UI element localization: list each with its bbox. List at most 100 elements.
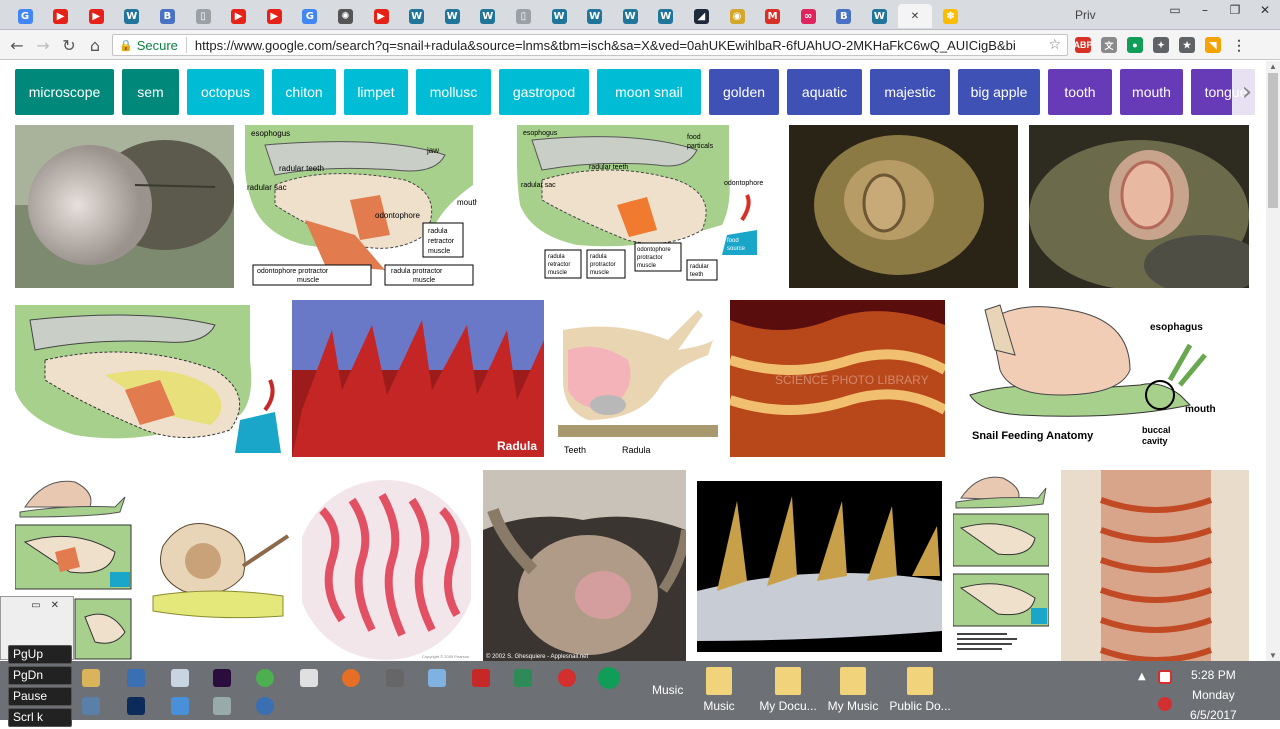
- photoshop-icon[interactable]: [127, 697, 145, 715]
- result-image-radula-sem-rows[interactable]: [1061, 470, 1249, 661]
- browser-tab[interactable]: G: [8, 4, 42, 28]
- browser-tab[interactable]: W: [471, 4, 505, 28]
- result-image-snail-illustration[interactable]: Teeth Radula: [558, 300, 718, 457]
- browser-tab[interactable]: ▶: [79, 4, 113, 28]
- translate-icon[interactable]: 文: [1101, 37, 1117, 53]
- browser-tab[interactable]: W: [613, 4, 647, 28]
- chip-mouth[interactable]: mouth: [1120, 69, 1183, 115]
- chip-big-apple[interactable]: big apple: [958, 69, 1040, 115]
- chip-moon-snail[interactable]: moon snail: [597, 69, 701, 115]
- user-icon[interactable]: ▭: [1160, 0, 1190, 20]
- browser-tab[interactable]: ▯: [186, 4, 220, 28]
- bookmark-star-icon[interactable]: ☆: [1048, 37, 1061, 53]
- close-window-icon[interactable]: ✕: [1250, 0, 1280, 20]
- browser-tab[interactable]: W: [542, 4, 576, 28]
- result-image-radula-diagram-2[interactable]: esophogus food particals radular teeth r…: [517, 125, 777, 288]
- app-icon[interactable]: [127, 669, 145, 687]
- browser-tab[interactable]: M: [756, 4, 790, 28]
- browser-tab[interactable]: ✕: [898, 4, 932, 28]
- maximize-icon[interactable]: ❐: [1220, 0, 1250, 20]
- browser-tab[interactable]: W: [115, 4, 149, 28]
- home-icon[interactable]: ⌂: [84, 35, 106, 55]
- adblock-icon[interactable]: ABP: [1074, 37, 1093, 53]
- chip-mollusc[interactable]: mollusc: [416, 69, 491, 115]
- chevron-right-icon[interactable]: ›: [1232, 69, 1262, 115]
- url-text[interactable]: https://www.google.com/search?q=snail+ra…: [195, 38, 1015, 53]
- sio-icon[interactable]: [514, 669, 532, 687]
- chip-aquatic[interactable]: aquatic: [787, 69, 862, 115]
- taskbar-folder[interactable]: My Music: [818, 667, 888, 713]
- forward-icon[interactable]: →: [32, 35, 54, 55]
- tray-expand-icon[interactable]: ▲: [1138, 671, 1146, 682]
- browser-tab[interactable]: ▶: [364, 4, 398, 28]
- minimize-icon[interactable]: –: [1190, 0, 1220, 20]
- taskbar-folder[interactable]: My Docu...: [753, 667, 823, 713]
- chip-gastropod[interactable]: gastropod: [499, 69, 589, 115]
- browser-tab[interactable]: ✺: [328, 4, 362, 28]
- result-image-snail-mouth[interactable]: [15, 125, 234, 288]
- browser-tab[interactable]: ▶: [222, 4, 256, 28]
- browser-tab[interactable]: W: [578, 4, 612, 28]
- premiere-icon[interactable]: [213, 669, 231, 687]
- taskbar-folder[interactable]: Public Do...: [885, 667, 955, 713]
- star-badge-icon[interactable]: ★: [1179, 37, 1195, 53]
- result-image-radula-sem-orange[interactable]: SCIENCE PHOTO LIBRARY: [730, 300, 945, 457]
- result-image-snail-face[interactable]: © 2002 S. Ghesquiere - Applesnail.net: [483, 470, 686, 661]
- menu-icon[interactable]: ⋮: [1231, 37, 1247, 53]
- result-image-snail-sketch[interactable]: [143, 506, 291, 624]
- browser-tab[interactable]: ▶: [257, 4, 291, 28]
- keyboard-icon[interactable]: [428, 669, 446, 687]
- system-clock[interactable]: 5:28 PM Monday 6/5/2017: [1190, 665, 1237, 725]
- virtual-key[interactable]: Scrl k: [8, 708, 72, 727]
- hangouts-icon[interactable]: [598, 667, 620, 689]
- virtual-key[interactable]: PgUp: [8, 645, 72, 664]
- result-image-snail-diagram-stack-2[interactable]: [953, 468, 1049, 661]
- back-icon[interactable]: ←: [6, 35, 28, 55]
- result-image-radula-animation[interactable]: [15, 300, 281, 453]
- omnibox[interactable]: 🔒 Secure https://www.google.com/search?q…: [112, 34, 1068, 56]
- app-icon[interactable]: [171, 697, 189, 715]
- result-image-snail-underside[interactable]: [789, 125, 1018, 288]
- browser-tab[interactable]: ◉: [720, 4, 754, 28]
- chip-golden[interactable]: golden: [709, 69, 779, 115]
- tray-icon[interactable]: [1158, 697, 1172, 711]
- settings-app-icon[interactable]: [386, 669, 404, 687]
- chip-microscope[interactable]: microscope: [15, 69, 114, 115]
- chip-chiton[interactable]: chiton: [272, 69, 336, 115]
- scrollbar-thumb[interactable]: [1268, 73, 1278, 208]
- result-image-snail-feeding-anatomy[interactable]: esophagus mouth buccal cavity Snail Feed…: [960, 300, 1220, 457]
- taskbar-folder[interactable]: Music: [684, 667, 754, 713]
- browser-tab[interactable]: W: [400, 4, 434, 28]
- close-icon[interactable]: ✕: [51, 600, 59, 611]
- chip-octopus[interactable]: octopus: [187, 69, 264, 115]
- browser-tab[interactable]: W: [435, 4, 469, 28]
- file-explorer-icon[interactable]: [82, 669, 100, 687]
- chip-majestic[interactable]: majestic: [870, 69, 950, 115]
- chip-sem[interactable]: sem: [122, 69, 179, 115]
- chrome-icon[interactable]: [256, 669, 274, 687]
- notepad-icon[interactable]: [171, 669, 189, 687]
- scroll-up-icon[interactable]: ▲: [1269, 62, 1277, 71]
- result-image-radula-diagram-1[interactable]: esophogus jaw radular teeth radular sac …: [245, 125, 477, 288]
- star-app-icon[interactable]: [472, 669, 490, 687]
- browser-tab[interactable]: W: [649, 4, 683, 28]
- scroll-down-icon[interactable]: ▼: [1269, 651, 1277, 660]
- firefox-icon[interactable]: [342, 669, 360, 687]
- restore-icon[interactable]: ▭: [31, 600, 40, 611]
- app-icon[interactable]: [213, 697, 231, 715]
- virtual-key[interactable]: PgDn: [8, 666, 72, 685]
- grid-app-icon[interactable]: [300, 669, 318, 687]
- browser-tab[interactable]: W: [862, 4, 896, 28]
- browser-tab[interactable]: ▶: [44, 4, 78, 28]
- browser-tab[interactable]: ▯: [506, 4, 540, 28]
- rss-icon[interactable]: ◥: [1205, 37, 1221, 53]
- app-icon[interactable]: [82, 697, 100, 715]
- hangouts-icon[interactable]: ●: [1127, 37, 1143, 53]
- browser-tab[interactable]: G: [293, 4, 327, 28]
- browser-tab[interactable]: B: [827, 4, 861, 28]
- tab-label[interactable]: Priv: [1075, 8, 1096, 22]
- result-image-radula-teeth-sem[interactable]: [697, 481, 942, 652]
- chip-limpet[interactable]: limpet: [344, 69, 408, 115]
- result-image-snail-mouth-pink[interactable]: [1029, 125, 1249, 288]
- result-image-radula-microscope[interactable]: Copyright © 2009 Pearson: [302, 470, 471, 661]
